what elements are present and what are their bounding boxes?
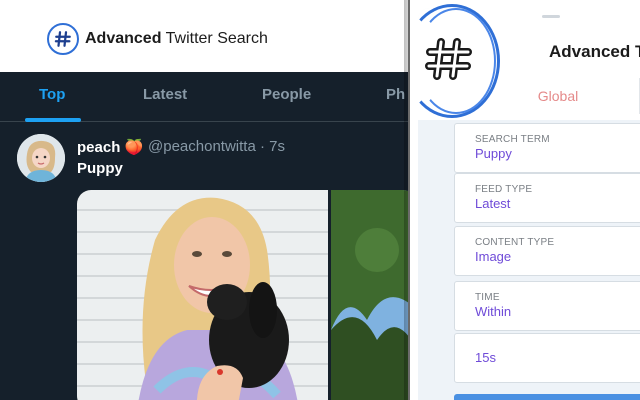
tweet-media[interactable]: [77, 190, 417, 400]
content-type-label: CONTENT TYPE: [475, 237, 555, 248]
time-label: TIME: [475, 292, 500, 303]
screen: Advanced Twitter Search Top Latest Peopl…: [0, 0, 640, 400]
tab-top[interactable]: Top: [39, 86, 65, 103]
tweet-photo: [77, 190, 417, 400]
panel-body: Advanced Tw Global SEARCH TERM Puppy FEE…: [410, 4, 640, 400]
feed-type-field[interactable]: FEED TYPE Latest: [454, 173, 640, 223]
panel-title: Advanced Tw: [549, 42, 640, 61]
search-term-value: Puppy: [475, 146, 512, 161]
avatar[interactable]: [17, 134, 65, 182]
brand-name: Advanced Twitter Search: [85, 30, 268, 48]
search-term-label: SEARCH TERM: [475, 134, 550, 145]
tab-global[interactable]: Global: [508, 82, 608, 110]
tab-photos[interactable]: Ph: [386, 86, 405, 103]
content-type-field[interactable]: CONTENT TYPE Image: [454, 226, 640, 276]
extension-panel: Advanced Tw Global SEARCH TERM Puppy FEE…: [408, 0, 640, 400]
feed-type-label: FEED TYPE: [475, 184, 533, 195]
panel-header: Advanced Tw Global: [410, 4, 640, 120]
tab-people[interactable]: People: [262, 86, 311, 103]
feed-type-value: Latest: [475, 196, 511, 211]
time-field[interactable]: TIME Within: [454, 281, 640, 331]
drag-handle[interactable]: [542, 15, 560, 18]
feed-tabs: Top Latest People Ph: [0, 72, 420, 122]
tweet-text: Puppy: [77, 160, 123, 177]
active-tab-indicator: [25, 118, 81, 122]
tweet-author-name[interactable]: peach 🍑: [77, 138, 143, 156]
avatar-image: [17, 134, 65, 182]
duration-value: 15s: [475, 350, 496, 365]
brand-name-rest: Twitter Search: [165, 30, 268, 47]
tweet-author-handle[interactable]: @peachontwitta · 7s: [148, 138, 285, 155]
twitter-feed: Top Latest People Ph peach 🍑 @peachontwi…: [0, 72, 420, 400]
brand-name-bold: Advanced: [85, 30, 162, 47]
hashtag-icon: [54, 31, 71, 47]
tab-latest[interactable]: Latest: [143, 86, 187, 103]
content-type-value: Image: [475, 249, 512, 264]
duration-field[interactable]: 15s: [454, 333, 640, 383]
logo[interactable]: [47, 23, 79, 55]
hashtag-icon: [425, 38, 472, 80]
search-button[interactable]: [454, 394, 640, 400]
search-term-field[interactable]: SEARCH TERM Puppy: [454, 123, 640, 173]
time-value: Within: [475, 304, 512, 319]
